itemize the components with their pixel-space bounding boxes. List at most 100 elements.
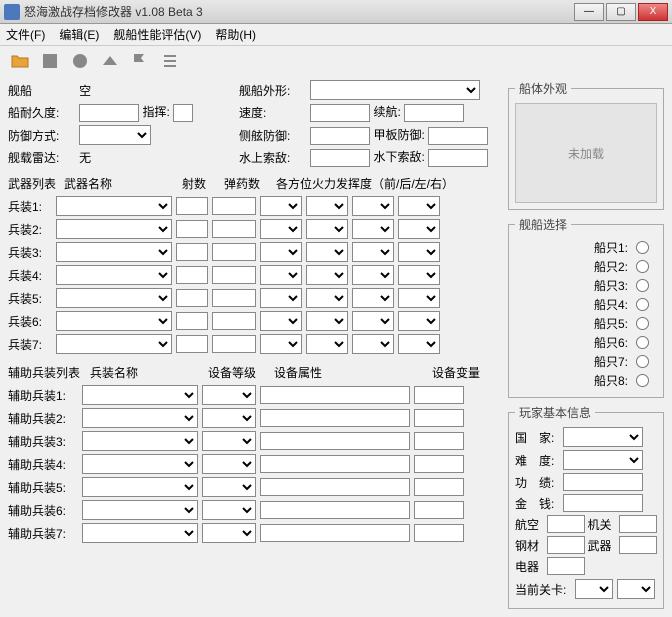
menu-help[interactable]: 帮助(H) <box>215 26 256 43</box>
ammo-input[interactable] <box>212 266 256 284</box>
menu-edit[interactable]: 编辑(E) <box>59 26 99 43</box>
weapon-name-select[interactable] <box>56 265 172 285</box>
minimize-button[interactable]: — <box>574 3 604 21</box>
air-input[interactable] <box>547 515 585 533</box>
list-icon[interactable] <box>160 51 180 71</box>
sonar-under-input[interactable] <box>428 149 488 167</box>
aux-var-input[interactable] <box>414 455 464 473</box>
dir-left-select[interactable] <box>352 334 394 354</box>
aux-var-input[interactable] <box>414 524 464 542</box>
maximize-button[interactable]: ▢ <box>606 3 636 21</box>
dir-front-select[interactable] <box>260 265 302 285</box>
dir-left-select[interactable] <box>352 288 394 308</box>
dir-front-select[interactable] <box>260 334 302 354</box>
dir-front-select[interactable] <box>260 242 302 262</box>
aux-name-select[interactable] <box>82 523 198 543</box>
close-button[interactable]: X <box>638 3 668 21</box>
shape-select[interactable] <box>310 80 480 100</box>
money-input[interactable] <box>563 494 643 512</box>
defense-select[interactable] <box>79 125 151 145</box>
ammo-input[interactable] <box>212 220 256 238</box>
stage-select-1[interactable] <box>575 579 613 599</box>
dir-back-select[interactable] <box>306 311 348 331</box>
range-input[interactable] <box>404 104 464 122</box>
aux-level-select[interactable] <box>202 385 256 405</box>
dir-right-select[interactable] <box>398 334 440 354</box>
dir-left-select[interactable] <box>352 219 394 239</box>
dir-back-select[interactable] <box>306 334 348 354</box>
aux-attr-input[interactable] <box>260 409 410 427</box>
arms-input[interactable] <box>619 536 657 554</box>
command-input[interactable] <box>173 104 193 122</box>
aux-level-select[interactable] <box>202 431 256 451</box>
weapon-name-select[interactable] <box>56 196 172 216</box>
ammo-input[interactable] <box>212 335 256 353</box>
ammo-input[interactable] <box>212 312 256 330</box>
dir-front-select[interactable] <box>260 288 302 308</box>
difficulty-select[interactable] <box>563 450 643 470</box>
steel-input[interactable] <box>547 536 585 554</box>
weapon-name-select[interactable] <box>56 219 172 239</box>
elec-input[interactable] <box>547 557 585 575</box>
ammo-input[interactable] <box>212 197 256 215</box>
dir-right-select[interactable] <box>398 265 440 285</box>
dir-back-select[interactable] <box>306 196 348 216</box>
speed-input[interactable] <box>310 104 370 122</box>
aux-attr-input[interactable] <box>260 524 410 542</box>
ship-select-radio[interactable] <box>636 260 649 273</box>
aux-attr-input[interactable] <box>260 386 410 404</box>
aux-name-select[interactable] <box>82 385 198 405</box>
shots-input[interactable] <box>176 243 208 261</box>
menu-eval[interactable]: 舰船性能评估(V) <box>113 26 201 43</box>
shots-input[interactable] <box>176 335 208 353</box>
aux-level-select[interactable] <box>202 500 256 520</box>
ship-icon[interactable] <box>100 51 120 71</box>
stop-icon[interactable] <box>70 51 90 71</box>
dir-back-select[interactable] <box>306 288 348 308</box>
merit-input[interactable] <box>563 473 643 491</box>
ammo-input[interactable] <box>212 289 256 307</box>
menu-file[interactable]: 文件(F) <box>6 26 45 43</box>
aux-level-select[interactable] <box>202 408 256 428</box>
org-input[interactable] <box>619 515 657 533</box>
sonar-surface-input[interactable] <box>310 149 370 167</box>
weapon-name-select[interactable] <box>56 334 172 354</box>
dir-left-select[interactable] <box>352 242 394 262</box>
shots-input[interactable] <box>176 289 208 307</box>
dir-left-select[interactable] <box>352 196 394 216</box>
aux-name-select[interactable] <box>82 454 198 474</box>
aux-var-input[interactable] <box>414 386 464 404</box>
aux-attr-input[interactable] <box>260 432 410 450</box>
dir-right-select[interactable] <box>398 219 440 239</box>
aux-level-select[interactable] <box>202 477 256 497</box>
dir-back-select[interactable] <box>306 242 348 262</box>
aux-attr-input[interactable] <box>260 478 410 496</box>
dir-front-select[interactable] <box>260 311 302 331</box>
weapon-name-select[interactable] <box>56 288 172 308</box>
ship-select-radio[interactable] <box>636 241 649 254</box>
weapon-name-select[interactable] <box>56 242 172 262</box>
shots-input[interactable] <box>176 312 208 330</box>
aux-name-select[interactable] <box>82 431 198 451</box>
dir-right-select[interactable] <box>398 196 440 216</box>
shots-input[interactable] <box>176 220 208 238</box>
aux-var-input[interactable] <box>414 409 464 427</box>
aux-name-select[interactable] <box>82 408 198 428</box>
shots-input[interactable] <box>176 266 208 284</box>
hp-input[interactable] <box>79 104 139 122</box>
dir-front-select[interactable] <box>260 219 302 239</box>
aux-name-select[interactable] <box>82 477 198 497</box>
flag-icon[interactable] <box>130 51 150 71</box>
shots-input[interactable] <box>176 197 208 215</box>
ship-select-radio[interactable] <box>636 279 649 292</box>
aux-level-select[interactable] <box>202 454 256 474</box>
aux-var-input[interactable] <box>414 478 464 496</box>
ship-select-radio[interactable] <box>636 355 649 368</box>
ammo-input[interactable] <box>212 243 256 261</box>
dir-right-select[interactable] <box>398 288 440 308</box>
ship-select-radio[interactable] <box>636 374 649 387</box>
weapon-name-select[interactable] <box>56 311 172 331</box>
ship-select-radio[interactable] <box>636 298 649 311</box>
aux-attr-input[interactable] <box>260 501 410 519</box>
dir-right-select[interactable] <box>398 242 440 262</box>
